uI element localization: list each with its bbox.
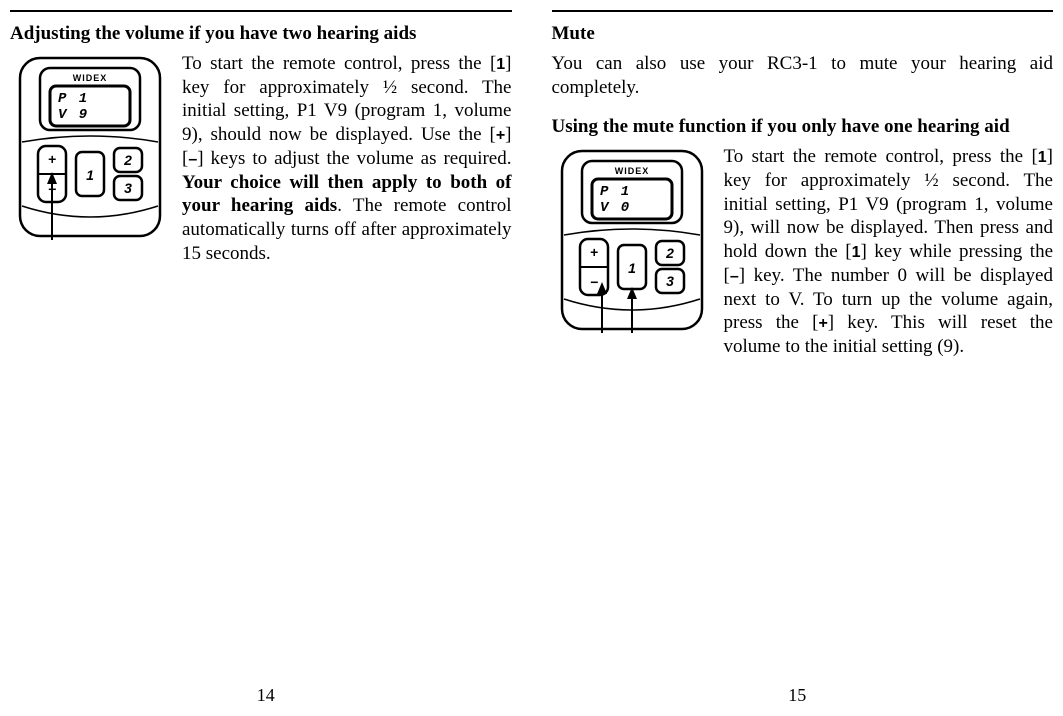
page-left: Adjusting the volume if you have two hea…: [0, 0, 532, 716]
svg-text:P 1: P 1: [600, 184, 631, 200]
remote-illustration-left: WIDEX P 1 V 9 + − 1 2 3: [10, 52, 170, 242]
svg-text:+: +: [48, 151, 56, 167]
lcd-line2: V 9: [58, 107, 89, 123]
svg-text:2: 2: [665, 245, 674, 261]
brand-label: WIDEX: [73, 73, 108, 83]
right-heading-mute: Mute: [552, 22, 1054, 46]
page-right: Mute You can also use your RC3-1 to mute…: [532, 0, 1063, 716]
right-intro: You can also use your RC3-1 to mute your…: [552, 52, 1054, 100]
svg-text:1: 1: [628, 260, 636, 276]
svg-text:V 0: V 0: [600, 200, 631, 216]
page-number-left: 14: [0, 684, 532, 707]
right-heading-usage: Using the mute function if you only have…: [552, 115, 1054, 139]
svg-text:WIDEX: WIDEX: [614, 166, 649, 176]
page-number-right: 15: [532, 684, 1063, 707]
left-heading: Adjusting the volume if you have two hea…: [10, 22, 512, 46]
horizontal-rule: [552, 10, 1054, 12]
svg-text:3: 3: [666, 273, 674, 289]
svg-text:3: 3: [124, 180, 132, 196]
left-paragraph: To start the remote control, press the […: [182, 52, 512, 266]
left-content-row: WIDEX P 1 V 9 + − 1 2 3: [10, 52, 512, 266]
remote-illustration-right: WIDEX P 1 V 0 + − 1 2 3: [552, 145, 712, 335]
svg-text:−: −: [589, 274, 597, 290]
horizontal-rule: [10, 10, 512, 12]
svg-text:1: 1: [86, 167, 94, 183]
right-content-row: WIDEX P 1 V 0 + − 1 2 3: [552, 145, 1054, 359]
right-paragraph: To start the remote control, press the […: [724, 145, 1054, 359]
svg-text:2: 2: [123, 152, 132, 168]
svg-text:+: +: [589, 244, 597, 260]
lcd-line1: P 1: [58, 91, 89, 107]
